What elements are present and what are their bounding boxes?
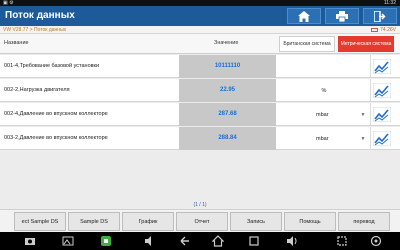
graph-button[interactable]: График	[122, 212, 174, 231]
chevron-down-icon: ▼	[360, 135, 366, 142]
parameter-value: 10111110	[179, 55, 276, 78]
graph-icon[interactable]	[373, 83, 391, 98]
select-sample-ds-button[interactable]: ect Sample DS	[14, 212, 66, 231]
parameter-unit	[280, 55, 368, 78]
parameter-name: 002-4,Давление во впускном коллекторе	[4, 111, 108, 117]
print-button[interactable]	[325, 8, 359, 24]
unit-select[interactable]: mbar ▼	[280, 103, 368, 126]
exit-icon	[374, 10, 386, 22]
home-nav-icon[interactable]	[212, 235, 224, 247]
screenshot-icon[interactable]	[336, 235, 348, 247]
battery-voltage: 74.26V	[371, 26, 396, 34]
column-value-header: Значение	[214, 40, 239, 46]
launch-app-icon[interactable]	[100, 235, 112, 247]
sample-ds-button[interactable]: Sample DS	[68, 212, 120, 231]
volume-down-icon[interactable]	[144, 235, 156, 247]
home-icon	[298, 10, 310, 22]
record-button[interactable]: Запись	[230, 212, 282, 231]
camera-icon[interactable]	[24, 235, 36, 247]
report-button[interactable]: Отчет	[176, 212, 228, 231]
battery-icon	[371, 28, 379, 32]
table-row[interactable]: 001-4,Требование базовой установки 10111…	[0, 55, 400, 78]
table-row[interactable]: 003-2,Давление во впускном коллекторе 28…	[0, 127, 400, 150]
gallery-icon[interactable]	[62, 235, 74, 247]
back-icon[interactable]	[178, 235, 190, 247]
vci-icon[interactable]	[370, 235, 382, 247]
unit-select[interactable]: mbar ▼	[280, 127, 368, 150]
page-title: Поток данных	[5, 10, 75, 21]
table-row[interactable]: 002-2,Нагрузка двигателя 22.95 %	[0, 79, 400, 102]
graph-icon[interactable]	[373, 107, 391, 122]
recent-apps-icon[interactable]	[248, 235, 260, 247]
breadcrumb: VW V28.77 > Поток данных	[3, 27, 67, 33]
table-header: Название Значение Британская система Мет…	[0, 34, 400, 54]
home-button[interactable]	[287, 8, 321, 24]
bottom-toolbar: ect Sample DS Sample DS График Отчет Зап…	[0, 209, 400, 232]
metric-units-button[interactable]: Метрическая система	[338, 36, 394, 52]
graph-icon[interactable]	[373, 131, 391, 146]
parameter-name: 001-4,Требование базовой установки	[4, 63, 100, 69]
column-name-header: Название	[4, 40, 29, 46]
page-indicator: (1 / 1)	[193, 202, 207, 208]
exit-button[interactable]	[363, 8, 397, 24]
table-row[interactable]: 002-4,Давление во впускном коллекторе 28…	[0, 103, 400, 126]
navigation-bar	[0, 232, 400, 250]
parameter-value: 288.84	[179, 127, 276, 150]
help-button[interactable]: Помощь	[284, 212, 336, 231]
british-units-button[interactable]: Британская система	[279, 36, 335, 52]
voltage-label: 74.26V	[380, 27, 396, 33]
graph-icon[interactable]	[373, 59, 391, 74]
title-bar: Поток данных	[0, 6, 400, 26]
chevron-down-icon: ▼	[360, 111, 366, 118]
printer-icon	[336, 10, 348, 22]
parameter-value: 22.95	[179, 79, 276, 102]
translate-button[interactable]: перевод	[338, 212, 390, 231]
sub-bar: VW V28.77 > Поток данных 74.26V	[0, 26, 400, 34]
parameter-value: 287.68	[179, 103, 276, 126]
volume-up-icon[interactable]	[286, 235, 298, 247]
parameter-name: 003-2,Давление во впускном коллекторе	[4, 135, 108, 141]
parameter-unit: %	[321, 87, 327, 94]
parameter-name: 002-2,Нагрузка двигателя	[4, 87, 70, 93]
